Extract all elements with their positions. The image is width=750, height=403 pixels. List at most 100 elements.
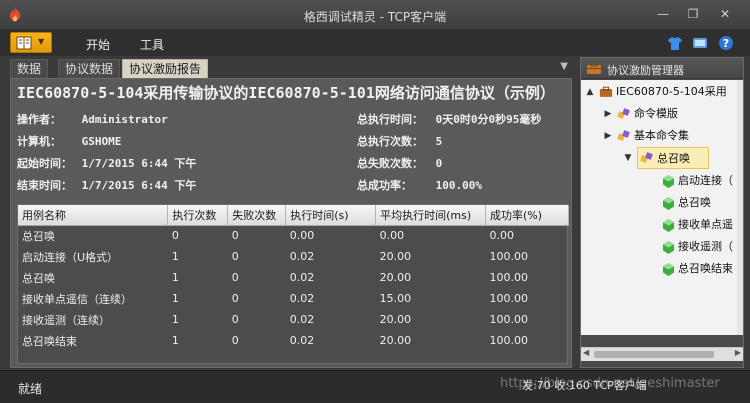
table-cell: 100.00 <box>489 334 529 347</box>
collapse-icon[interactable]: ▼ <box>623 147 633 169</box>
computer-label: 计算机： <box>17 135 61 148</box>
table-cell: 总召唤结束 <box>22 334 77 348</box>
tab-strip: 数据 协议数据 协议激励报告 ▼ <box>10 57 572 78</box>
start-time-row: 起始时间： 1/7/2015 6:44 下午 <box>17 155 196 171</box>
manager-title: 协议激励管理器 <box>607 64 684 77</box>
end-time-label: 结束时间： <box>17 179 72 192</box>
briefcase-icon <box>587 62 601 74</box>
file-menu-button[interactable]: ▼ <box>10 32 52 53</box>
computer-value: GSHOME <box>81 135 122 148</box>
table-cell: 0 <box>231 292 239 305</box>
table-cell: 0.02 <box>289 334 315 347</box>
table-cell: 100.00 <box>489 313 529 326</box>
shirt-icon[interactable] <box>667 35 683 51</box>
table-cell: 0 <box>231 271 239 284</box>
tab-dropdown-icon[interactable]: ▼ <box>560 61 568 72</box>
table-cell: 接收遥测（连续） <box>22 313 110 327</box>
help-icon[interactable]: ? <box>718 35 734 51</box>
scroll-right-icon[interactable]: ▶ <box>735 348 741 357</box>
minimize-button[interactable]: — <box>652 4 674 24</box>
table-cell: 1 <box>171 334 179 347</box>
tree-leaf[interactable]: 接收单点遥 <box>663 214 737 236</box>
table-cell: 0 <box>231 229 239 243</box>
tree-node-label: 接收遥测（ <box>678 240 733 253</box>
menu-tools[interactable]: 工具 <box>140 36 164 53</box>
green-gem-icon <box>663 219 674 232</box>
table-cell: 0 <box>231 334 239 347</box>
table-cell: 100.00 <box>489 292 529 305</box>
table-cell: 总召唤 <box>22 229 55 243</box>
command-icon <box>617 130 630 141</box>
tree-leaf[interactable]: 接收遥测（ <box>663 236 737 258</box>
menu-bar: ▼ 开始 工具 ? <box>0 30 750 56</box>
tree-node-label: 总召唤 <box>678 196 711 209</box>
tree-leaf[interactable]: 启动连接（ <box>663 170 737 192</box>
end-time-value: 1/7/2015 6:44 下午 <box>81 179 197 192</box>
table-row[interactable]: 总召唤结束 1 0 0.02 20.00 100.00 <box>18 330 569 351</box>
briefcase-icon <box>599 86 613 97</box>
skin-icon[interactable] <box>692 35 708 51</box>
table-cell: 1 <box>171 250 179 263</box>
restore-button[interactable]: ❐ <box>682 4 704 24</box>
end-time-row: 结束时间： 1/7/2015 6:44 下午 <box>17 177 196 193</box>
total-time-label: 总执行时间： <box>357 113 423 126</box>
table-header-row: 用例名称 执行次数 失败次数 执行时间(s) 平均执行时间(ms) 成功率(%) <box>18 205 569 226</box>
expand-icon[interactable]: ▶ <box>603 103 613 125</box>
success-rate-label: 总成功率： <box>357 179 412 192</box>
tab-data[interactable]: 数据 <box>10 59 49 78</box>
watermark-text: https://blog.csdn.net/geshimaster <box>500 376 720 391</box>
scroll-left-icon[interactable]: ◀ <box>583 348 589 357</box>
table-row[interactable]: 启动连接（U格式） 1 0 0.02 20.00 100.00 <box>18 246 569 267</box>
column-header[interactable]: 用例名称 <box>18 205 169 226</box>
results-table-box: 用例名称 执行次数 失败次数 执行时间(s) 平均执行时间(ms) 成功率(%)… <box>17 204 569 364</box>
report-panel: 数据 协议数据 协议激励报告 ▼ IEC60870-5-104采用传输协议的IE… <box>10 57 572 368</box>
column-header[interactable]: 执行时间(s) <box>285 205 377 226</box>
tree-node-command-templates[interactable]: ▶ 命令模版 <box>601 103 737 125</box>
table-cell: 20.00 <box>379 250 412 263</box>
table-cell: 20.00 <box>379 271 412 284</box>
table-cell: 总召唤 <box>22 271 55 285</box>
tree-leaf[interactable]: 总召唤结束 <box>663 258 737 280</box>
green-gem-icon <box>663 263 674 276</box>
table-cell: 0.00 <box>289 229 315 243</box>
table-row[interactable]: 接收遥测（连续） 1 0 0.02 20.00 100.00 <box>18 309 569 330</box>
tree-horizontal-scrollbar[interactable]: ◀ ▶ <box>581 347 743 361</box>
tree-node-basic-commands[interactable]: ▶ 基本命令集 <box>601 125 737 147</box>
table-cell: 0 <box>231 250 239 263</box>
operator-row: 操作者： Administrator <box>17 111 168 127</box>
table-row[interactable]: 接收单点遥信（连续） 1 0 0.02 15.00 100.00 <box>18 288 569 309</box>
table-row[interactable]: 总召唤 1 0 0.02 20.00 100.00 <box>18 267 569 288</box>
tree-leaf[interactable]: 总召唤 <box>663 192 737 214</box>
table-cell: 0.02 <box>289 271 315 284</box>
tab-protocol-report[interactable]: 协议激励报告 <box>122 59 209 78</box>
tree-node-general-call[interactable]: 总召唤 <box>637 147 709 169</box>
tab-protocol-data[interactable]: 协议数据 <box>58 59 121 78</box>
tree-node-label: 总召唤结束 <box>678 262 733 275</box>
tree-vertical-scrollbar[interactable] <box>737 80 743 335</box>
scrollbar-thumb[interactable] <box>594 351 714 358</box>
close-button[interactable]: ✕ <box>714 4 736 24</box>
command-icon <box>617 108 630 119</box>
table-cell: 20.00 <box>379 313 412 326</box>
table-cell: 0.02 <box>289 250 315 263</box>
table-row[interactable]: 总召唤 0 0 0.00 0.00 0.00 <box>18 225 569 246</box>
total-runs-row: 总执行次数： 5 <box>357 133 442 149</box>
table-cell: 0.02 <box>289 292 315 305</box>
table-cell: 接收单点遥信（连续） <box>22 292 132 306</box>
green-gem-icon <box>663 197 674 210</box>
tree-node-label: IEC60870-5-104采用 <box>616 85 727 98</box>
table-cell: 1 <box>171 313 179 326</box>
total-fail-label: 总失败次数： <box>357 157 423 170</box>
column-header[interactable]: 平均执行时间(ms) <box>375 205 486 226</box>
collapse-icon[interactable]: ▲ <box>585 81 595 103</box>
menu-start[interactable]: 开始 <box>86 36 110 53</box>
column-header[interactable]: 执行次数 <box>167 205 229 226</box>
column-header[interactable]: 成功率(%) <box>485 205 569 226</box>
tree-node-root[interactable]: ▲ IEC60870-5-104采用 <box>583 81 737 103</box>
expand-icon[interactable]: ▶ <box>603 125 613 147</box>
table-cell: 100.00 <box>489 271 529 284</box>
tree-node-label: 总召唤 <box>657 152 690 165</box>
total-runs-value: 5 <box>435 135 443 148</box>
column-header[interactable]: 失败次数 <box>227 205 287 226</box>
report-title: IEC60870-5-104采用传输协议的IEC60870-5-101网络访问通… <box>17 84 555 102</box>
